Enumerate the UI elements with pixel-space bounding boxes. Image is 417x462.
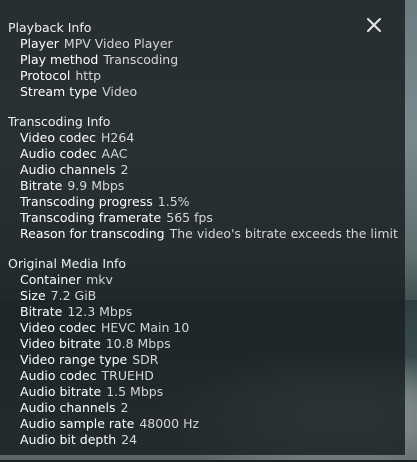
info-label: Audio bitrate — [20, 384, 102, 399]
info-row: Stream type Video — [8, 84, 397, 100]
info-row: Video codec H264 — [8, 130, 397, 146]
info-row: Bitrate 12.3 Mbps — [8, 304, 397, 320]
info-value: 7.2 GiB — [50, 288, 97, 303]
info-value: 24 — [121, 432, 138, 447]
info-value: 1.5% — [157, 194, 190, 209]
info-row: Audio bit depth 24 — [8, 432, 397, 448]
info-row: Size 7.2 GiB — [8, 288, 397, 304]
info-row: Transcoding framerate 565 fps — [8, 210, 397, 226]
info-row: Audio codec AAC — [8, 146, 397, 162]
info-label: Player — [20, 36, 59, 51]
info-value: The video's bitrate exceeds the limit — [169, 226, 398, 241]
info-label: Audio channels — [20, 162, 116, 177]
info-value: AAC — [101, 146, 128, 161]
info-value: SDR — [132, 352, 159, 367]
section-title: Original Media Info — [8, 256, 127, 271]
info-row: Audio channels 2 — [8, 162, 397, 178]
info-row: Transcoding progress 1.5% — [8, 194, 397, 210]
playback-info-section: Playback Info Player MPV Video Player Pla… — [8, 20, 397, 100]
info-label: Play method — [20, 52, 99, 67]
info-label: Transcoding progress — [20, 194, 153, 209]
info-label: Protocol — [20, 68, 71, 83]
info-value: 2 — [120, 162, 129, 177]
info-row: Audio bitrate 1.5 Mbps — [8, 384, 397, 400]
info-label: Stream type — [20, 84, 98, 99]
info-row: Audio sample rate 48000 Hz — [8, 416, 397, 432]
info-label: Container — [20, 272, 82, 287]
info-label: Audio channels — [20, 400, 116, 415]
info-label: Audio bit depth — [20, 432, 117, 447]
info-label: Transcoding framerate — [20, 210, 162, 225]
info-value: 2 — [120, 400, 129, 415]
info-label: Bitrate — [20, 304, 63, 319]
info-row: Video codec HEVC Main 10 — [8, 320, 397, 336]
info-value: TRUEHD — [101, 368, 154, 383]
info-label: Video bitrate — [20, 336, 101, 351]
info-row: Audio channels 2 — [8, 400, 397, 416]
info-label: Bitrate — [20, 178, 63, 193]
info-row: Reason for transcoding The video's bitrat… — [8, 226, 398, 242]
info-row: Container mkv — [8, 272, 397, 288]
info-label: Video codec — [20, 320, 97, 335]
info-value: MPV Video Player — [63, 36, 173, 51]
section-title: Playback Info — [8, 20, 92, 35]
info-value: Transcoding — [103, 52, 179, 67]
info-value: 10.8 Mbps — [105, 336, 171, 351]
info-label: Reason for transcoding — [20, 226, 165, 241]
info-value: mkv — [86, 272, 113, 287]
info-row: Video range type SDR — [8, 352, 397, 368]
info-value: 12.3 Mbps — [67, 304, 133, 319]
info-row: Audio codec TRUEHD — [8, 368, 397, 384]
playback-info-panel: Playback Info Player MPV Video Player Pla… — [0, 0, 405, 455]
info-value: 1.5 Mbps — [106, 384, 164, 399]
info-label: Size — [20, 288, 46, 303]
info-label: Audio codec — [20, 146, 97, 161]
info-value: HEVC Main 10 — [101, 320, 190, 335]
info-row: Protocol http — [8, 68, 397, 84]
info-value: 48000 Hz — [139, 416, 200, 431]
info-value: 9.9 Mbps — [67, 178, 125, 193]
info-value: http — [75, 68, 102, 83]
info-label: Audio sample rate — [20, 416, 135, 431]
original-media-info-section: Original Media Info Container mkv Size 7.2… — [8, 256, 397, 448]
info-row: Player MPV Video Player — [8, 36, 397, 52]
info-row: Video bitrate 10.8 Mbps — [8, 336, 397, 352]
info-value: 565 fps — [166, 210, 213, 225]
playback-info-content: Playback Info Player MPV Video Player Pla… — [8, 20, 398, 462]
info-value: H264 — [101, 130, 135, 145]
transcoding-info-section: Transcoding Info Video codec H264 Audio c… — [8, 114, 398, 242]
section-title: Transcoding Info — [8, 114, 111, 129]
info-row: Play method Transcoding — [8, 52, 397, 68]
info-row: Bitrate 9.9 Mbps — [8, 178, 397, 194]
info-label: Video codec — [20, 130, 97, 145]
info-label: Video range type — [20, 352, 128, 367]
info-value: Video — [102, 84, 138, 99]
info-label: Audio codec — [20, 368, 97, 383]
